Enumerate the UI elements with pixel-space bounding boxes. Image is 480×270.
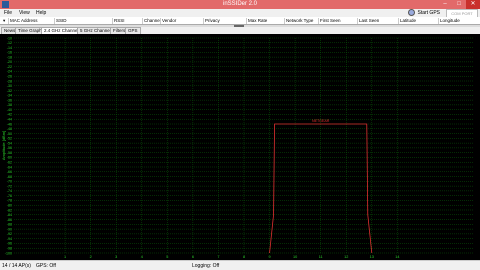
y-tick-label: -14 [7,46,12,50]
x-tick-label: 2 [90,255,92,259]
maximize-button[interactable]: □ [452,0,466,9]
y-tick-label: -24 [7,70,12,74]
y-tick-label: -70 [7,180,12,184]
y-tick-label: -50 [7,132,12,136]
expand-icon[interactable]: ▾ [2,18,5,24]
y-tick-label: -30 [7,84,12,88]
x-tick-label: 14 [395,255,399,259]
gps-icon [408,9,416,16]
column-latitude[interactable]: Latitude [398,18,416,24]
y-tick-label: -18 [7,55,12,59]
x-tick-label: 13 [370,255,374,259]
y-tick-label: -92 [7,232,12,236]
x-tick-label: 3 [115,255,117,259]
start-gps-label: Start GPS [417,9,440,16]
x-tick-label: 8 [243,255,245,259]
y-tick-label: -36 [7,98,12,102]
y-tick-label: -78 [7,199,12,203]
gps-status: GPS: Off [36,263,56,269]
y-tick-label: -64 [7,165,12,169]
y-tick-label: -44 [7,118,12,122]
menu-view[interactable]: View [19,10,30,16]
y-tick-label: -80 [7,204,12,208]
menu-help[interactable]: Help [36,10,46,16]
x-tick-label: 11 [319,255,323,259]
menu-file[interactable]: File [4,10,12,16]
x-tick-label: 6 [192,255,194,259]
y-tick-label: -98 [7,247,12,251]
close-button[interactable]: ✕ [466,0,480,9]
network-table-header: ▾ MAC Address SSID RSSI Channel Vendor P… [0,17,480,25]
x-tick-label: 5 [166,255,168,259]
x-tick-label: 1 [64,255,66,259]
x-tick-label: 12 [344,255,348,259]
column-last-seen[interactable]: Last Seen [357,18,379,24]
y-tick-label: -32 [7,89,12,93]
window-title: inSSIDer 2.0 [222,1,258,7]
y-tick-label: -34 [7,94,12,98]
network-label: NETGEAR [312,119,330,123]
y-tick-label: -28 [7,79,12,83]
tab-gps[interactable]: GPS [125,27,141,34]
y-tick-label: -58 [7,151,12,155]
y-tick-label: -10 [7,36,12,40]
tab-strip: News Time Graph 2.4 GHz Channels 5 GHz C… [0,27,480,35]
y-tick-label: -74 [7,189,12,193]
y-tick-label: -60 [7,156,12,160]
column-vendor[interactable]: Vendor [160,18,176,24]
y-tick-label: -62 [7,161,12,165]
y-tick-label: -20 [7,60,12,64]
column-privacy[interactable]: Privacy [203,18,220,24]
y-tick-label: -94 [7,237,12,241]
channel-chart: -10 -12 -14 -16 -18 -20 -22 -24 -26 -28 -30 -32 -34-… [0,34,480,260]
column-mac-address[interactable]: MAC Address [8,18,38,24]
y-tick-label: -52 [7,137,12,141]
y-tick-label: -72 [7,184,12,188]
y-tick-label: -68 [7,175,12,179]
column-max-rate[interactable]: Max Rate [246,18,267,24]
x-tick-label: 9 [268,255,270,259]
y-tick-label: -100 [5,251,12,255]
y-tick-label: -76 [7,194,12,198]
y-axis-label: Amplitude [dBm] [1,131,6,160]
y-tick-label: -54 [7,141,12,145]
y-tick-label: -96 [7,242,12,246]
y-tick-label: -40 [7,108,12,112]
column-network-type[interactable]: Network Type [284,18,313,24]
ap-count: 14 / 14 AP(s) [2,263,31,269]
x-tick-label: 4 [141,255,143,259]
title-bar: inSSIDer 2.0 – □ ✕ [0,0,480,9]
x-tick-label: 10 [293,255,297,259]
channel-chart-svg: -10-12-14-16-18-20-22-24-26-28-30-32-34-… [1,36,474,259]
y-tick-label: -66 [7,170,12,174]
y-tick-label: -22 [7,65,12,69]
column-first-seen[interactable]: First Seen [318,18,341,24]
y-tick-label: -16 [7,51,12,55]
column-longitude[interactable]: Longitude [438,18,460,24]
y-tick-label: -56 [7,146,12,150]
y-tick-label: -82 [7,208,12,212]
y-tick-label: -26 [7,75,12,79]
y-tick-label: -90 [7,227,12,231]
column-ssid[interactable]: SSID [54,18,67,24]
y-tick-label: -88 [7,223,12,227]
logging-status: Logging: Off [192,263,220,269]
column-channel[interactable]: Channel [142,18,161,24]
y-tick-label: -84 [7,213,12,217]
y-tick-label: -46 [7,122,12,126]
minimize-button[interactable]: – [438,0,452,9]
y-tick-label: -12 [7,41,12,45]
column-rssi[interactable]: RSSI [112,18,125,24]
y-tick-label: -38 [7,103,12,107]
y-tick-label: -86 [7,218,12,222]
x-tick-label: 7 [217,255,219,259]
start-gps-button[interactable]: Start GPS [408,9,440,16]
y-tick-label: -48 [7,127,12,131]
y-tick-label: -42 [7,113,12,117]
